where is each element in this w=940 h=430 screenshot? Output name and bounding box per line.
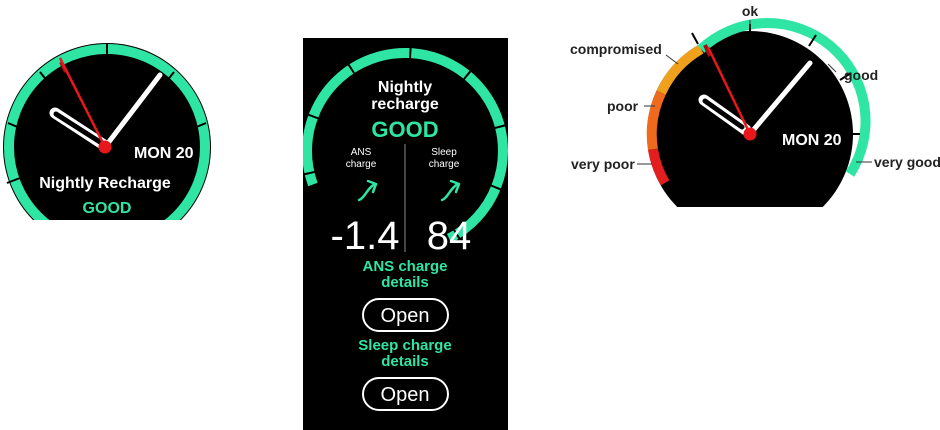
scale-label-poor: poor bbox=[607, 98, 639, 114]
sleep-charge-label-line1: Sleep bbox=[431, 147, 457, 158]
scale-label-very-poor: very poor bbox=[571, 156, 635, 172]
middle-title-line2: recharge bbox=[371, 96, 439, 113]
ans-charge-value: -1.4 bbox=[331, 214, 400, 258]
recharge-status-middle: GOOD bbox=[371, 117, 438, 142]
ans-charge-details-line1: ANS charge bbox=[362, 258, 447, 275]
watch-dial-left bbox=[3, 43, 211, 220]
watch-screen-middle: Nightly recharge GOOD ANS charge Sleep c… bbox=[303, 38, 508, 430]
scale-label-good: good bbox=[844, 67, 878, 83]
scale-label-compromised: compromised bbox=[570, 41, 662, 57]
middle-title-line1: Nightly bbox=[378, 79, 432, 96]
scale-label-very-good: very good bbox=[874, 154, 940, 170]
ans-charge-label-line1: ANS bbox=[351, 147, 372, 158]
hand-pivot-right bbox=[743, 127, 757, 141]
open-button-label: Open bbox=[381, 384, 430, 406]
date-label-left: MON 20 bbox=[134, 145, 194, 162]
open-button-label: Open bbox=[381, 305, 430, 327]
hand-pivot-left bbox=[98, 140, 112, 154]
sleep-charge-details-line2: details bbox=[381, 353, 429, 370]
date-label-right: MON 20 bbox=[782, 132, 842, 149]
open-ans-details-button[interactable]: Open bbox=[362, 298, 449, 332]
scale-label-ok: ok bbox=[742, 3, 759, 19]
nightly-recharge-title-left: Nightly Recharge bbox=[39, 175, 171, 192]
sleep-charge-value: 84 bbox=[427, 214, 472, 258]
sleep-charge-label-line2: charge bbox=[429, 159, 460, 170]
watch-dial-right bbox=[647, 31, 853, 207]
watch-face-right: MON 20 very poor poor compromised ok goo… bbox=[570, 3, 940, 207]
open-sleep-details-button[interactable]: Open bbox=[362, 377, 449, 411]
ans-charge-details-line2: details bbox=[381, 274, 429, 291]
sleep-charge-details-line1: Sleep charge bbox=[358, 337, 451, 354]
recharge-status-left: GOOD bbox=[83, 200, 132, 217]
ans-charge-label-line2: charge bbox=[346, 159, 377, 170]
watch-face-left: MON 20 Nightly Recharge GOOD bbox=[3, 43, 211, 220]
